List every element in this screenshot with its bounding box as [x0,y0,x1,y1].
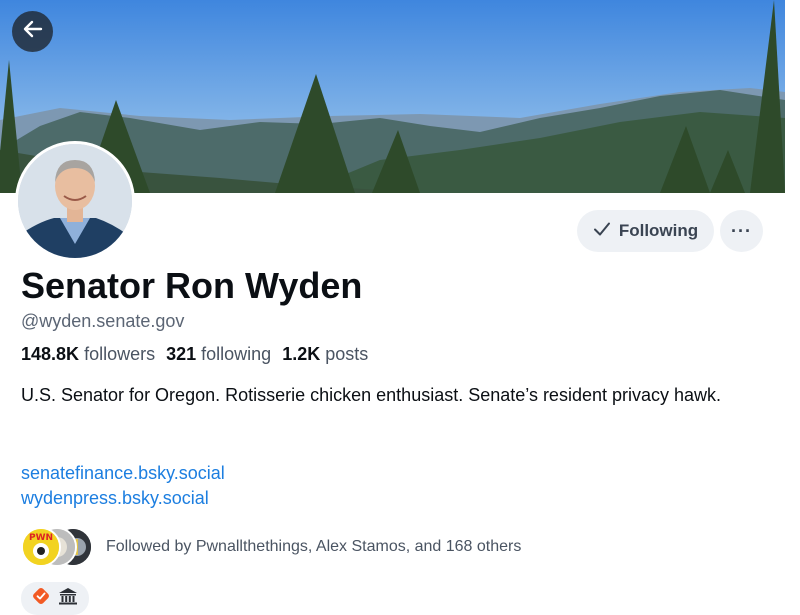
back-button[interactable] [12,11,53,52]
known-followers-avatars: PWN [21,527,93,567]
following-label: following [201,344,272,364]
profile-stats: 148.8K followers 321 following 1.2K post… [21,344,368,365]
verified-check-icon [32,587,50,610]
ellipsis-icon: ··· [731,220,752,241]
followers-label: followers [84,344,156,364]
government-building-icon [58,587,78,610]
mini-avatar: PWN [21,527,61,567]
profile-link[interactable]: wydenpress.bsky.social [21,486,225,511]
posts-label: posts [325,344,369,364]
following-button-label: Following [618,221,699,240]
profile-badges[interactable] [21,582,89,615]
profile-bio: U.S. Senator for Oregon. Rotisserie chic… [21,385,722,405]
profile-handle: @wyden.senate.gov [21,311,185,331]
posts-count: 1.2K [282,344,321,364]
arrow-left-icon [22,18,44,45]
followers-count: 148.8K [21,344,80,364]
followers-stat[interactable]: 148.8K followers [21,344,155,365]
followed-by-row[interactable]: PWN Followed by Pwnallthethings, Alex St… [21,527,521,567]
posts-stat: 1.2K posts [282,344,368,365]
profile-link[interactable]: senatefinance.bsky.social [21,461,225,486]
profile-display-name: Senator Ron Wyden [21,265,363,306]
avatar[interactable] [15,141,135,261]
followed-by-text: Followed by Pwnallthethings, Alex Stamos… [106,538,522,555]
profile-links: senatefinance.bsky.social wydenpress.bsk… [21,461,225,511]
following-count: 321 [166,344,197,364]
more-options-button[interactable]: ··· [720,210,763,252]
following-button[interactable]: Following [577,210,714,252]
checkmark-icon [593,220,611,243]
mini-avatar-text: PWN [29,533,53,543]
following-stat[interactable]: 321 following [166,344,271,365]
